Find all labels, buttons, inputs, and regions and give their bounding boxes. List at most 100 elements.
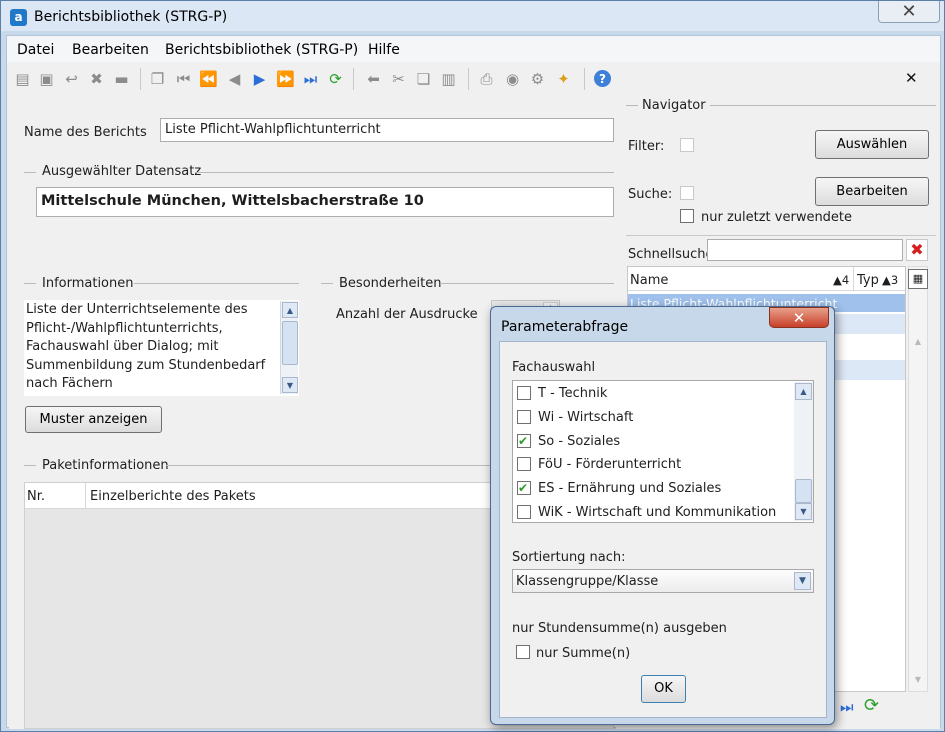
subject-checkbox[interactable]: [517, 410, 531, 424]
fast-forward-icon[interactable]: ⏩: [276, 69, 295, 88]
clear-search-icon[interactable]: ✖: [906, 239, 928, 261]
navigator-title: Navigator: [642, 98, 706, 113]
sort-label: Sortiertung nach:: [512, 550, 626, 565]
menu-bearbeiten[interactable]: Bearbeiten: [72, 42, 149, 58]
edit-button[interactable]: Bearbeiten: [815, 177, 929, 206]
scroll-up-icon[interactable]: ▲: [795, 383, 812, 400]
filter-checkbox[interactable]: [680, 138, 694, 152]
toolbar-separator: [584, 68, 585, 90]
list-item[interactable]: WiK - Wirtschaft und Kommunikation: [517, 501, 776, 523]
selected-dataset-field: Mittelschule München, Wittelsbacherstraß…: [36, 187, 614, 217]
delete-icon[interactable]: ✖: [87, 69, 106, 88]
menu-bar: Datei Bearbeiten Berichtsbibliothek (STR…: [7, 36, 940, 62]
dialog-close-button[interactable]: ✕: [769, 307, 829, 328]
toolbar-separator: [140, 68, 141, 90]
list-item[interactable]: FöU - Förderunterricht: [517, 453, 681, 475]
information-text: Liste der Unterrichtselemente des Pflich…: [26, 302, 266, 392]
navigator-scrollbar[interactable]: ▦ ▲ ▼: [908, 266, 928, 692]
refresh-icon[interactable]: ⟳: [326, 69, 345, 88]
toolbar: ▤ ▣ ↩ ✖ ▬ ❐ ⏮ ⏪ ◀ ▶ ⏩ ⏭ ⟳ ⬅ ✂ ❏ ▥ ⎙ ◉ ⚙ …: [7, 64, 940, 94]
window-close-button[interactable]: ✕: [878, 1, 940, 23]
title-bar: a Berichtsbibliothek (STRG-P) ✕: [1, 1, 944, 31]
list-item[interactable]: ✔ ES - Ernährung und Soziales: [517, 477, 721, 499]
subject-scrollbar[interactable]: ▲ ▼: [794, 382, 813, 521]
app-logo: a: [10, 9, 27, 26]
edit-icon[interactable]: ▬: [112, 69, 131, 88]
cut-icon[interactable]: ✂: [389, 69, 408, 88]
scroll-thumb[interactable]: [282, 321, 298, 365]
filter-label: Filter:: [628, 139, 665, 154]
name-sort-indicator: ▲4: [833, 273, 850, 287]
rewind-icon[interactable]: ⏪: [199, 69, 218, 88]
quick-search-input[interactable]: [707, 239, 903, 261]
menu-datei[interactable]: Datei: [17, 42, 54, 58]
scroll-down-icon[interactable]: ▼: [282, 377, 298, 393]
new-icon[interactable]: ▤: [13, 69, 32, 88]
subject-checkbox[interactable]: [517, 505, 531, 519]
toolbar-separator: [353, 68, 354, 90]
column-header-nr[interactable]: Nr.: [27, 489, 45, 504]
wizard-icon[interactable]: ✦: [554, 69, 573, 88]
copy-icon[interactable]: ❏: [414, 69, 433, 88]
subject-checkbox[interactable]: ✔: [517, 481, 531, 495]
scroll-down-icon[interactable]: ▼: [911, 675, 925, 687]
help-icon[interactable]: ?: [594, 70, 611, 87]
next-icon[interactable]: ▶: [250, 69, 269, 88]
sort-select-value: Klassengruppe/Klasse: [516, 574, 659, 589]
menu-hilfe[interactable]: Hilfe: [368, 42, 400, 58]
list-item[interactable]: Wi - Wirtschaft: [517, 406, 633, 428]
subject-checkbox[interactable]: [517, 386, 531, 400]
column-chooser-icon[interactable]: ▦: [908, 269, 928, 289]
paste-icon[interactable]: ▥: [439, 69, 458, 88]
print-icon[interactable]: ⎙: [477, 69, 496, 88]
subject-checkbox[interactable]: [517, 457, 531, 471]
sum-only-label: nur Summe(n): [536, 646, 631, 661]
scroll-down-icon[interactable]: ▼: [795, 503, 812, 520]
report-name-field[interactable]: Liste Pflicht-Wahlpflichtunterricht: [160, 118, 614, 142]
dialog-body: Fachauswahl T - Technik Wi - Wirtschaft …: [499, 341, 827, 718]
list-item[interactable]: ✔ So - Soziales: [517, 430, 620, 452]
scroll-up-icon[interactable]: ▲: [911, 337, 925, 349]
last-record-icon[interactable]: ⏭: [840, 698, 854, 716]
column-header-reports[interactable]: Einzelberichte des Pakets: [90, 489, 256, 504]
last-record-icon[interactable]: ⏭: [301, 69, 320, 88]
navigator-list-header: Name ▲4 Typ ▲3: [628, 267, 905, 291]
search-checkbox[interactable]: [680, 186, 694, 200]
sum-only-checkbox[interactable]: [516, 645, 530, 659]
window-title: Berichtsbibliothek (STRG-P): [34, 9, 228, 25]
app-window: a Berichtsbibliothek (STRG-P) ✕ Datei Be…: [0, 0, 945, 732]
toolbar-close-icon[interactable]: ✕: [905, 69, 918, 87]
subject-checkbox[interactable]: ✔: [517, 434, 531, 448]
quick-search-label: Schnellsuche: [628, 247, 714, 262]
back-arrow-icon[interactable]: ⬅: [364, 69, 383, 88]
information-text-area[interactable]: Liste der Unterrichtselemente des Pflich…: [24, 300, 299, 396]
show-sample-button[interactable]: Muster anzeigen: [25, 406, 162, 433]
dialog-title: Parameterabfrage: [501, 319, 629, 335]
first-record-icon[interactable]: ⏮: [174, 69, 193, 88]
list-item[interactable]: T - Technik: [517, 382, 607, 404]
recent-only-checkbox[interactable]: [680, 209, 694, 223]
undo-icon[interactable]: ↩: [62, 69, 81, 88]
sort-select[interactable]: Klassengruppe/Klasse ▼: [512, 569, 814, 593]
column-header-name[interactable]: Name: [630, 273, 668, 288]
chevron-down-icon[interactable]: ▼: [794, 572, 811, 590]
parameter-dialog: Parameterabfrage ✕ Fachauswahl T - Techn…: [490, 306, 835, 725]
scroll-thumb[interactable]: [795, 479, 812, 503]
menu-berichtsbibliothek[interactable]: Berichtsbibliothek (STRG-P): [165, 42, 358, 58]
ok-button[interactable]: OK: [641, 675, 686, 703]
column-header-type[interactable]: Typ: [857, 273, 879, 288]
refresh-icon[interactable]: ⟳: [864, 695, 879, 716]
settings-icon[interactable]: ⚙: [528, 69, 547, 88]
information-scrollbar[interactable]: ▲ ▼: [280, 301, 298, 394]
copy-record-icon[interactable]: ❐: [148, 69, 167, 88]
select-button[interactable]: Auswählen: [815, 130, 929, 159]
save-icon[interactable]: ▣: [37, 69, 56, 88]
scroll-up-icon[interactable]: ▲: [282, 302, 298, 318]
checkmark-icon: ✔: [518, 481, 529, 495]
subject-label: Fachauswahl: [512, 360, 596, 375]
information-group-label: Informationen: [42, 276, 134, 291]
checkmark-icon: ✔: [518, 434, 529, 448]
toolbar-separator: [468, 68, 469, 90]
preview-icon[interactable]: ◉: [503, 69, 522, 88]
previous-icon[interactable]: ◀: [225, 69, 244, 88]
